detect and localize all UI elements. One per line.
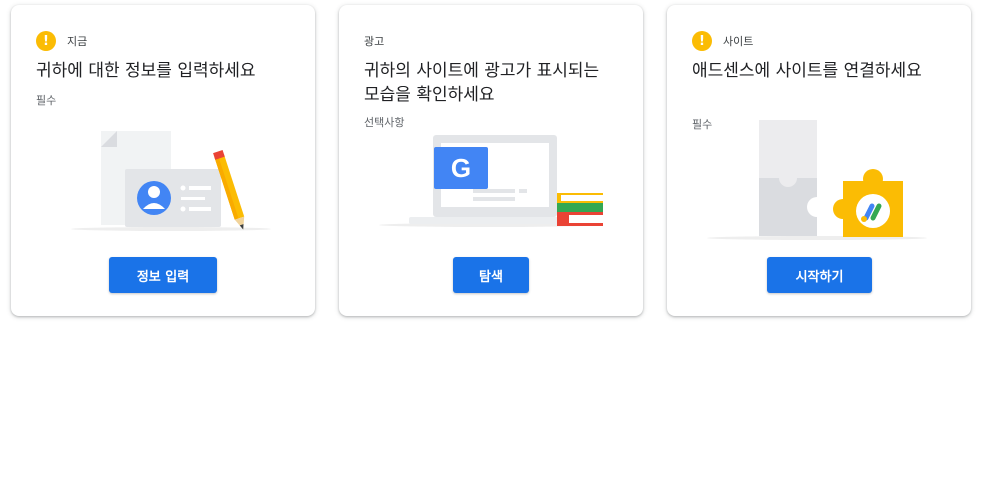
laptop-illustration bbox=[379, 135, 603, 227]
card-tag: ! 사이트 bbox=[692, 31, 753, 51]
warning-icon: ! bbox=[692, 31, 712, 51]
id-card-illustration bbox=[71, 131, 271, 231]
tag-label: 사이트 bbox=[723, 35, 754, 48]
get-started-button[interactable]: 시작하기 bbox=[767, 257, 872, 293]
tag-label: 지금 bbox=[67, 35, 88, 48]
card-title: 애드센스에 사이트를 연결하세요 bbox=[692, 61, 922, 81]
explore-button[interactable]: 탐색 bbox=[453, 257, 529, 293]
card-connect-site: ! 사이트 애드센스에 사이트를 연결하세요 필수 시작하기 bbox=[667, 5, 971, 316]
tag-label: 광고 bbox=[364, 35, 385, 48]
requirement-label: 필수 bbox=[36, 94, 57, 107]
card-personal-info: ! 지금 귀하에 대한 정보를 입력하세요 필수 정보 입력 bbox=[11, 5, 315, 316]
warning-icon: ! bbox=[36, 31, 56, 51]
card-tag: 광고 bbox=[364, 31, 384, 51]
card-tag: ! 지금 bbox=[36, 31, 87, 51]
puzzle-illustration bbox=[707, 120, 927, 240]
enter-info-button[interactable]: 정보 입력 bbox=[109, 257, 217, 293]
card-title: 귀하의 사이트에 광고가 표시되는 모습을 확인하세요 bbox=[364, 61, 600, 105]
card-title: 귀하에 대한 정보를 입력하세요 bbox=[36, 61, 256, 81]
card-ad-preview: 광고 귀하의 사이트에 광고가 표시되는 모습을 확인하세요 선택사항 G 탐색 bbox=[339, 5, 643, 316]
requirement-label: 선택사항 bbox=[364, 116, 405, 129]
google-logo-icon: G bbox=[450, 152, 472, 183]
